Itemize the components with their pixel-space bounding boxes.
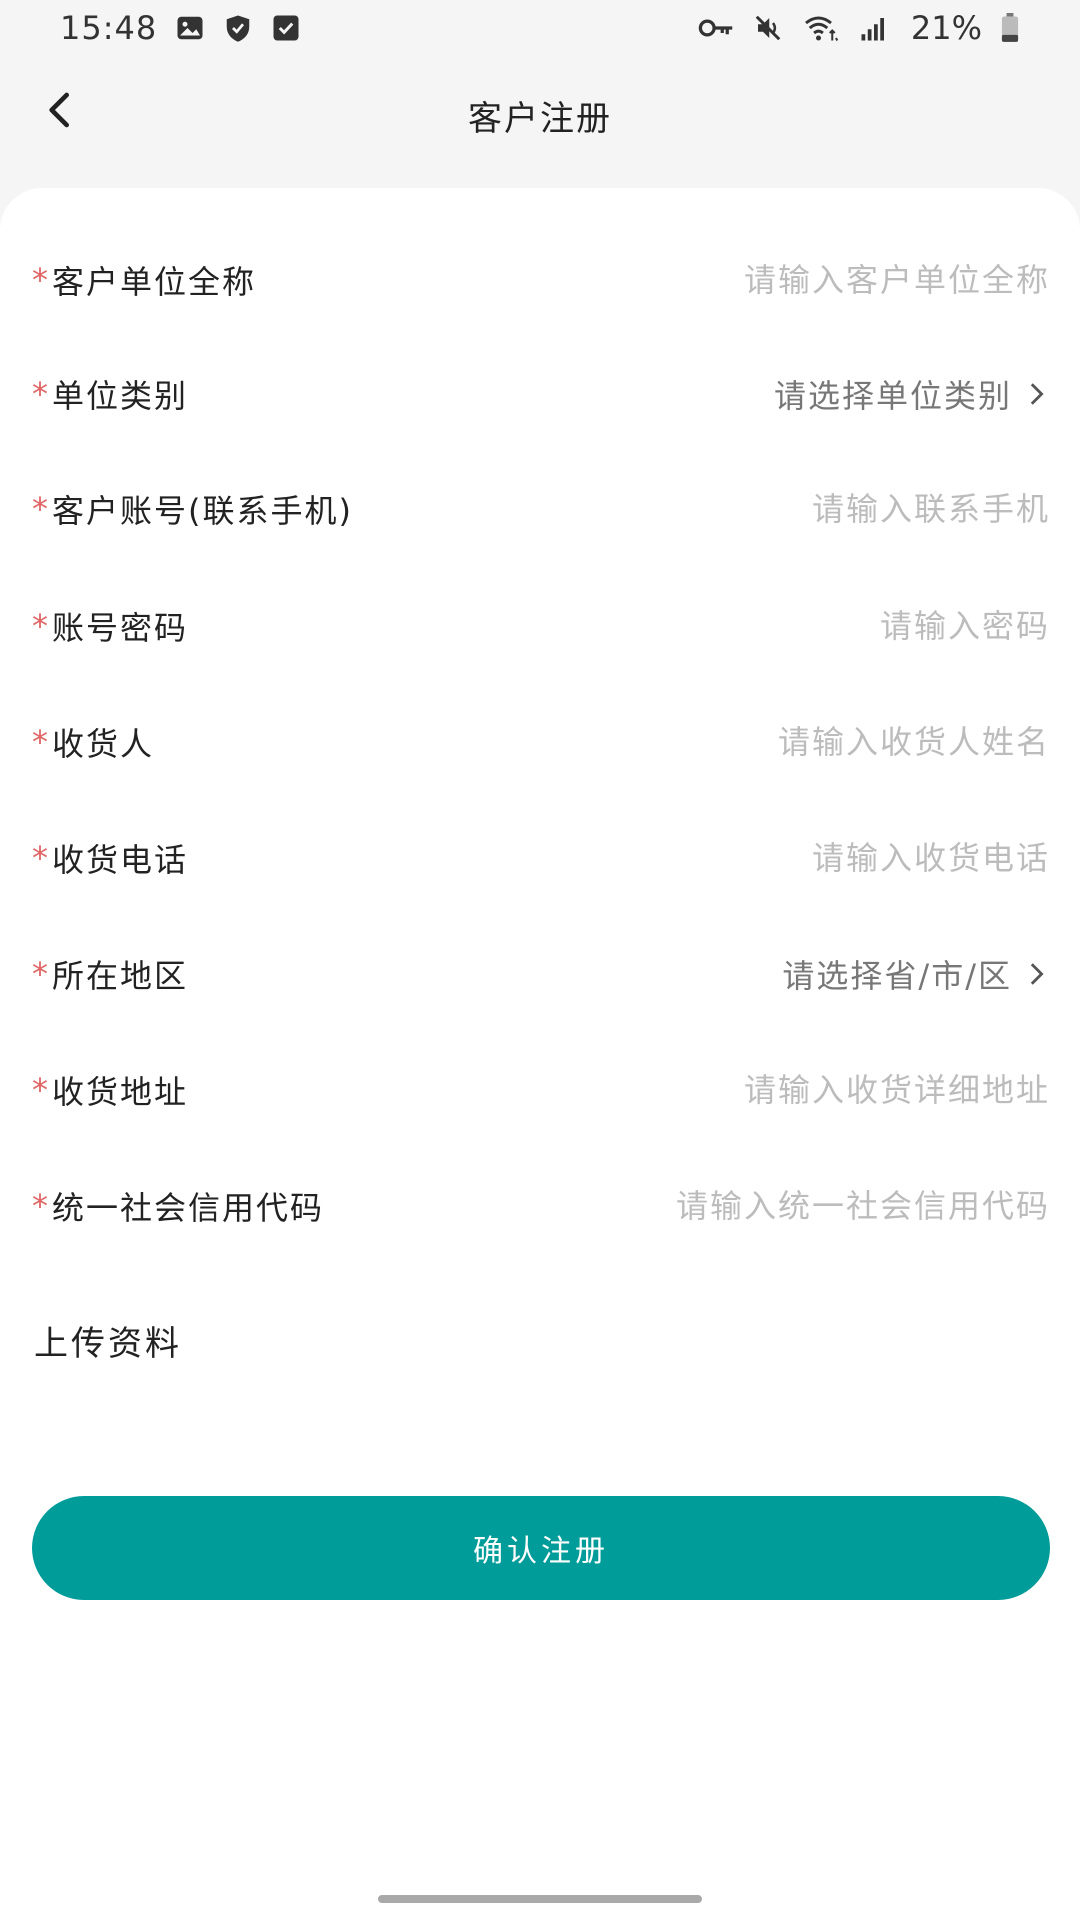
field-input[interactable] — [208, 1060, 1050, 1120]
form-row: * 账号密码 — [0, 576, 1080, 676]
battery-icon — [1001, 12, 1019, 42]
select-placeholder: 请选择省/市/区 — [782, 957, 1012, 995]
required-asterisk: * — [32, 839, 50, 877]
status-left-icons — [175, 13, 301, 43]
required-asterisk: * — [32, 1187, 50, 1225]
chevron-right-icon — [1030, 963, 1044, 985]
status-bar: 15:48 21% — [0, 0, 1080, 55]
form-row: * 收货电话 — [0, 808, 1080, 908]
required-asterisk: * — [32, 1071, 50, 1109]
vpn-key-icon — [698, 19, 733, 36]
chevron-right-icon — [1030, 383, 1044, 405]
field-label-text: 所在地区 — [52, 957, 189, 995]
form-row: * 收货人 — [0, 692, 1080, 792]
field-label-text: 客户单位全称 — [52, 263, 257, 301]
app-bar: 客户注册 — [0, 60, 1080, 170]
form-row[interactable]: * 所在地区 请选择省/市/区 — [0, 924, 1080, 1024]
required-asterisk: * — [32, 607, 50, 645]
field-label-text: 账号密码 — [52, 609, 189, 647]
required-asterisk: * — [32, 723, 50, 761]
field-input[interactable] — [208, 828, 1050, 888]
required-asterisk: * — [32, 375, 50, 413]
form-row[interactable]: * 单位类别 请选择单位类别 — [0, 344, 1080, 444]
field-label: * 收货地址 — [32, 1067, 188, 1113]
select-placeholder: 请选择单位类别 — [773, 377, 1012, 415]
status-time: 15:48 — [60, 8, 158, 47]
required-asterisk: * — [32, 955, 50, 993]
wifi-icon — [804, 16, 839, 41]
field-label: * 账号密码 — [32, 603, 188, 649]
field-input[interactable] — [344, 1176, 1050, 1236]
field-label-text: 收货电话 — [52, 841, 189, 879]
field-label-text: 收货地址 — [52, 1073, 189, 1111]
field-input[interactable] — [174, 712, 1050, 772]
field-input[interactable] — [372, 479, 1050, 539]
field-select[interactable]: 请选择单位类别 — [208, 371, 1050, 417]
home-indicator[interactable] — [378, 1895, 702, 1903]
signal-icon — [861, 17, 884, 40]
required-asterisk: * — [32, 261, 50, 299]
field-label-text: 单位类别 — [52, 377, 189, 415]
field-label-text: 收货人 — [52, 725, 155, 763]
form-row: * 收货地址 — [0, 1040, 1080, 1140]
chevron-left-icon — [49, 92, 69, 128]
field-label-text: 客户账号(联系手机) — [52, 492, 353, 530]
field-input[interactable] — [276, 250, 1050, 310]
field-select[interactable]: 请选择省/市/区 — [208, 951, 1050, 997]
field-label: * 统一社会信用代码 — [32, 1183, 324, 1229]
field-label-text: 统一社会信用代码 — [52, 1189, 325, 1227]
field-label: * 收货人 — [32, 719, 154, 765]
required-asterisk: * — [32, 490, 50, 528]
check-box-icon — [273, 15, 299, 40]
form-row: * 客户单位全称 — [0, 230, 1080, 330]
shield-icon — [226, 15, 250, 42]
field-label: * 所在地区 — [32, 951, 188, 997]
field-label: * 客户账号(联系手机) — [32, 486, 353, 532]
form-row: * 统一社会信用代码 — [0, 1156, 1080, 1256]
upload-materials-label: 上传资料 — [34, 1324, 182, 1364]
field-label: * 客户单位全称 — [32, 257, 256, 303]
battery-level: 21% — [910, 8, 982, 47]
back-button[interactable] — [30, 80, 90, 140]
status-right-icons: 21% — [697, 9, 1020, 47]
mute-icon — [755, 15, 781, 40]
field-label: * 收货电话 — [32, 835, 188, 881]
confirm-register-button[interactable]: 确认注册 — [32, 1496, 1050, 1600]
form-row: * 客户账号(联系手机) — [0, 459, 1080, 559]
field-input[interactable] — [208, 596, 1050, 656]
image-icon — [177, 16, 203, 39]
field-label: * 单位类别 — [32, 371, 188, 417]
page-title: 客户注册 — [468, 98, 612, 139]
